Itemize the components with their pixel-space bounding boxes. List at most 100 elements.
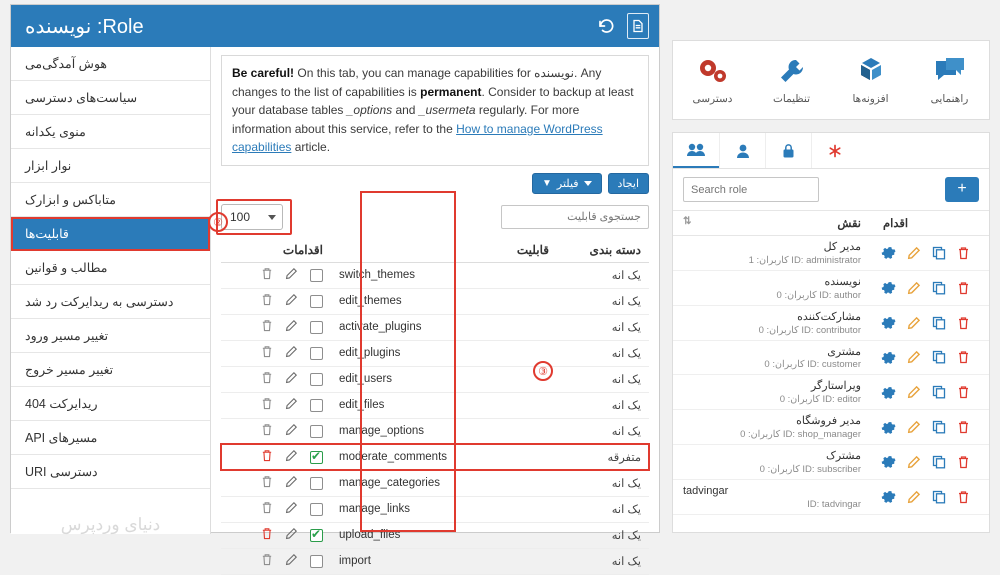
gear-icon[interactable]: [881, 454, 896, 469]
pencil-icon[interactable]: [285, 553, 298, 569]
tab-roles[interactable]: [673, 133, 719, 168]
list-item[interactable]: نویسنده کاربران: 0 ID: author: [673, 270, 989, 306]
th-role[interactable]: نقش ⇅: [673, 210, 871, 236]
list-item[interactable]: مدیر فروشگاه کاربران: 0 ID: shop_manager: [673, 409, 989, 446]
sidebar-item-capabilities[interactable]: قابلیت‌ها: [11, 217, 210, 251]
role-search-input[interactable]: [683, 177, 819, 202]
pencil-icon[interactable]: [907, 490, 921, 504]
pencil-icon[interactable]: [907, 316, 921, 330]
row-checkbox[interactable]: [310, 320, 323, 334]
pencil-icon[interactable]: [285, 293, 298, 309]
gear-icon[interactable]: [881, 245, 896, 260]
trash-icon[interactable]: [957, 316, 970, 330]
row-checkbox-checked[interactable]: [310, 527, 323, 542]
sidebar-item-toolbar[interactable]: نوار ابزار: [11, 149, 210, 183]
gear-icon[interactable]: [881, 420, 896, 435]
trash-icon[interactable]: [957, 490, 970, 504]
pencil-icon[interactable]: [907, 246, 921, 260]
row-checkbox[interactable]: [310, 398, 323, 412]
list-item[interactable]: ویراستارگر کاربران: 0 ID: editor: [673, 374, 989, 411]
pencil-icon[interactable]: [285, 449, 298, 465]
trash-icon[interactable]: [957, 385, 970, 399]
sidebar-item-dashboard[interactable]: هوش آمدگی‌می: [11, 47, 210, 81]
gear-icon[interactable]: [881, 385, 896, 400]
sidebar-item-404-redirect[interactable]: ریدایرکت 404: [11, 387, 210, 421]
sidebar-item-access-policies[interactable]: سیاست‌های دسترسی: [11, 81, 210, 115]
trash-icon[interactable]: [957, 455, 970, 469]
copy-icon[interactable]: [932, 281, 946, 295]
row-checkbox[interactable]: [310, 424, 323, 438]
table-row[interactable]: یک انه manage_links: [221, 496, 649, 523]
pencil-icon[interactable]: [285, 501, 298, 517]
table-row-highlighted[interactable]: متفرقه moderate_comments: [220, 443, 650, 472]
row-checkbox[interactable]: [310, 294, 323, 308]
sidebar-item-uri-access[interactable]: دسترسی URI: [11, 455, 210, 489]
copy-icon[interactable]: [932, 246, 946, 260]
sidebar-item-logout-redirect[interactable]: تغییر مسیر خروج: [11, 353, 210, 387]
row-checkbox[interactable]: [310, 476, 323, 490]
trash-icon[interactable]: [957, 246, 970, 260]
search-input[interactable]: [501, 204, 649, 229]
list-item[interactable]: مشارکت‌کننده کاربران: 0 ID: contributor: [673, 305, 989, 341]
copy-icon[interactable]: [932, 455, 946, 469]
copy-icon[interactable]: [932, 490, 946, 504]
copy-icon[interactable]: [932, 420, 946, 434]
table-row[interactable]: یک انه activate_plugins: [221, 314, 649, 341]
gear-icon[interactable]: [881, 350, 896, 365]
pencil-icon[interactable]: [285, 319, 298, 335]
pencil-icon[interactable]: [285, 267, 298, 283]
undo-icon[interactable]: [595, 14, 617, 38]
table-row[interactable]: یک انه import: [221, 548, 649, 575]
gear-icon[interactable]: [881, 489, 896, 504]
pencil-icon[interactable]: [285, 345, 298, 361]
sidebar-item-access-denied-redirect[interactable]: دسترسی به ریدایرکت رد شد: [11, 285, 210, 319]
trash-icon[interactable]: [261, 345, 273, 361]
trash-icon[interactable]: [261, 501, 273, 517]
trash-icon[interactable]: [261, 423, 273, 439]
row-checkbox-checked[interactable]: [310, 449, 323, 464]
pencil-icon[interactable]: [285, 527, 298, 543]
trash-icon[interactable]: [957, 281, 970, 295]
table-row[interactable]: یک انه manage_options: [221, 418, 649, 445]
row-checkbox[interactable]: [310, 268, 323, 282]
trash-icon[interactable]: [261, 449, 273, 465]
tab-capabilities[interactable]: [765, 133, 811, 168]
pencil-icon[interactable]: [907, 420, 921, 434]
pencil-icon[interactable]: [907, 385, 921, 399]
trash-icon[interactable]: [957, 420, 970, 434]
list-item[interactable]: مدیر کل کاربران: 1 ID: administrator: [673, 235, 989, 271]
trash-icon[interactable]: [261, 527, 273, 543]
tool-addons[interactable]: افزونه‌ها: [831, 41, 910, 119]
trash-icon[interactable]: [261, 293, 273, 309]
trash-icon[interactable]: [261, 371, 273, 387]
trash-icon[interactable]: [261, 553, 273, 569]
tool-access[interactable]: دسترسی: [673, 41, 752, 119]
trash-icon[interactable]: [261, 267, 273, 283]
row-checkbox[interactable]: [310, 372, 323, 386]
sidebar-item-api-routes[interactable]: مسیرهای API: [11, 421, 210, 455]
table-row[interactable]: یک انه edit_plugins: [221, 340, 649, 367]
pencil-icon[interactable]: [907, 350, 921, 364]
document-icon[interactable]: [627, 13, 649, 39]
sidebar-item-menu[interactable]: منوی یکدانه: [11, 115, 210, 149]
filter-button[interactable]: فیلتر ▼: [532, 172, 602, 194]
list-item[interactable]: tadvingar ID: tadvingar: [673, 479, 989, 515]
tool-settings[interactable]: تنظیمات: [752, 41, 831, 119]
create-button[interactable]: ایجاد: [607, 172, 649, 194]
table-row[interactable]: یک انه edit_files: [221, 392, 649, 419]
tool-help[interactable]: راهنمایی: [910, 41, 989, 119]
copy-icon[interactable]: [932, 385, 946, 399]
pencil-icon[interactable]: [285, 371, 298, 387]
add-role-button[interactable]: +: [945, 177, 979, 202]
trash-icon[interactable]: [261, 397, 273, 413]
table-row[interactable]: یک انه edit_users: [221, 366, 649, 393]
sidebar-item-metabox-widget[interactable]: متاباکس و ابزارک: [11, 183, 210, 217]
row-checkbox[interactable]: [310, 554, 323, 568]
table-row[interactable]: یک انه switch_themes: [221, 262, 649, 289]
table-row[interactable]: یک انه upload_files: [221, 522, 649, 549]
list-item[interactable]: مشترک کاربران: 0 ID: subscriber: [673, 444, 989, 480]
row-checkbox[interactable]: [310, 502, 323, 516]
tab-user[interactable]: [719, 133, 765, 168]
pencil-icon[interactable]: [907, 455, 921, 469]
pencil-icon[interactable]: [285, 423, 298, 439]
